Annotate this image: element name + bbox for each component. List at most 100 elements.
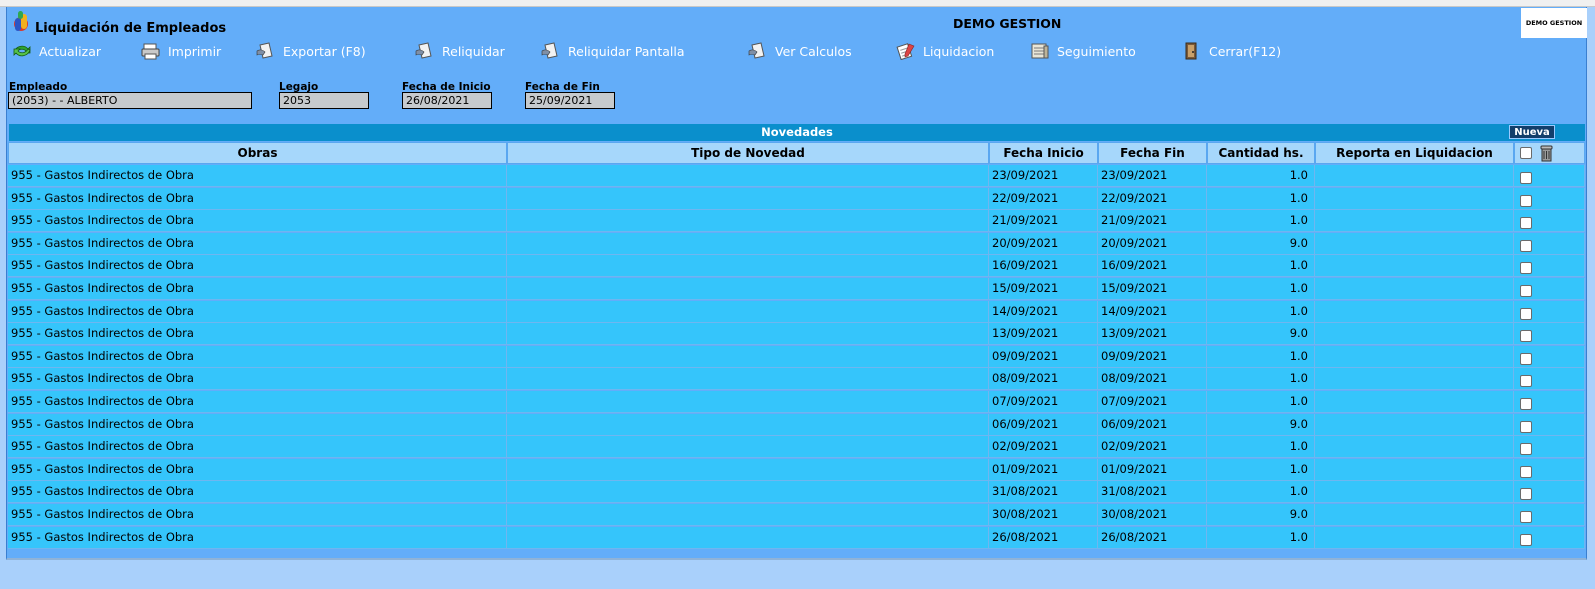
fecha-inicio-field[interactable]: 26/08/2021 xyxy=(402,92,492,109)
row-checkbox[interactable] xyxy=(1520,511,1532,523)
cell-obra: 955 - Gastos Indirectos de Obra xyxy=(8,436,507,459)
table-row[interactable]: 955 - Gastos Indirectos de Obra 08/09/202… xyxy=(8,368,1585,391)
table-row[interactable]: 955 - Gastos Indirectos de Obra 01/09/202… xyxy=(8,458,1585,482)
reliquidar-pantalla-button[interactable]: Reliquidar Pantalla xyxy=(540,42,685,60)
row-checkbox[interactable] xyxy=(1520,239,1532,252)
cell-obra: 955 - Gastos Indirectos de Obra xyxy=(8,413,507,436)
table-row[interactable]: 955 - Gastos Indirectos de Obra 16/09/202… xyxy=(8,255,1585,278)
cell-tipo-novedad xyxy=(507,187,989,210)
cell-cantidad-hs: 1.0 xyxy=(1207,391,1315,413)
row-checkbox[interactable] xyxy=(1520,488,1532,501)
company-logo: DEMO GESTION xyxy=(1521,8,1587,38)
cell-tipo-novedad xyxy=(507,210,989,233)
imprimir-button[interactable]: Imprimir xyxy=(140,42,221,60)
reliquidar-label: Reliquidar xyxy=(442,43,505,59)
cell-cantidad-hs: 1.0 xyxy=(1207,210,1315,233)
cerrar-button[interactable]: Cerrar(F12) xyxy=(1181,42,1281,60)
row-checkbox[interactable] xyxy=(1520,443,1532,456)
col-header-cantidad-hs: Cantidad hs. xyxy=(1207,142,1315,164)
browser-top-strip xyxy=(0,0,1595,7)
cell-fecha-inicio: 14/09/2021 xyxy=(989,300,1098,323)
cell-fecha-fin: 16/09/2021 xyxy=(1098,255,1207,278)
nueva-button[interactable]: Nueva xyxy=(1509,125,1555,139)
cell-tipo-novedad xyxy=(507,436,989,459)
cell-tipo-novedad xyxy=(507,300,989,323)
row-checkbox[interactable] xyxy=(1520,465,1532,478)
cell-tipo-novedad xyxy=(507,323,989,346)
table-row[interactable]: 955 - Gastos Indirectos de Obra 23/09/202… xyxy=(8,165,1585,188)
row-checkbox[interactable] xyxy=(1520,398,1532,410)
table-row[interactable]: 955 - Gastos Indirectos de Obra 06/09/202… xyxy=(8,413,1585,437)
cell-reporta xyxy=(1315,187,1514,210)
legajo-field[interactable]: 2053 xyxy=(279,92,369,109)
close-icon xyxy=(1185,42,1197,60)
cell-obra: 955 - Gastos Indirectos de Obra xyxy=(8,323,507,346)
row-checkbox[interactable] xyxy=(1520,533,1532,546)
cell-fecha-fin: 14/09/2021 xyxy=(1098,300,1207,323)
row-checkbox[interactable] xyxy=(1520,420,1532,433)
cell-fecha-fin: 22/09/2021 xyxy=(1098,187,1207,210)
row-checkbox[interactable] xyxy=(1520,262,1532,275)
row-checkbox[interactable] xyxy=(1520,194,1532,207)
actualizar-label: Actualizar xyxy=(39,43,101,59)
cell-fecha-inicio: 16/09/2021 xyxy=(989,255,1098,278)
col-header-fecha-inicio: Fecha Inicio xyxy=(989,142,1098,164)
row-checkbox[interactable] xyxy=(1520,330,1532,343)
cell-obra: 955 - Gastos Indirectos de Obra xyxy=(8,187,507,210)
actualizar-button[interactable]: Actualizar xyxy=(11,42,101,60)
cell-fecha-fin: 26/08/2021 xyxy=(1098,526,1207,549)
row-checkbox[interactable] xyxy=(1520,285,1532,297)
col-header-fecha-fin: Fecha Fin xyxy=(1098,142,1207,164)
cell-reporta xyxy=(1315,413,1514,436)
cell-cantidad-hs: 1.0 xyxy=(1207,458,1315,481)
table-row[interactable]: 955 - Gastos Indirectos de Obra 13/09/202… xyxy=(8,323,1585,346)
row-checkbox[interactable] xyxy=(1520,217,1532,230)
table-row[interactable]: 955 - Gastos Indirectos de Obra 22/09/202… xyxy=(8,187,1585,211)
cell-cantidad-hs: 1.0 xyxy=(1207,187,1315,210)
cell-fecha-fin: 30/08/2021 xyxy=(1098,504,1207,526)
table-row[interactable]: 955 - Gastos Indirectos de Obra 30/08/202… xyxy=(8,504,1585,527)
table-row[interactable]: 955 - Gastos Indirectos de Obra 14/09/202… xyxy=(8,300,1585,324)
row-checkbox[interactable] xyxy=(1520,307,1532,320)
table-row[interactable]: 955 - Gastos Indirectos de Obra 26/08/202… xyxy=(8,526,1585,550)
liquidacion-button[interactable]: Liquidacion xyxy=(895,42,994,60)
row-checkbox[interactable] xyxy=(1520,375,1532,388)
cell-fecha-inicio: 26/08/2021 xyxy=(989,526,1098,549)
cell-fecha-inicio: 30/08/2021 xyxy=(989,504,1098,526)
cell-fecha-fin: 06/09/2021 xyxy=(1098,413,1207,436)
select-all-checkbox[interactable] xyxy=(1520,147,1532,159)
trash-icon[interactable] xyxy=(1539,145,1555,162)
table-row[interactable]: 955 - Gastos Indirectos de Obra 31/08/202… xyxy=(8,481,1585,504)
row-checkbox[interactable] xyxy=(1520,352,1532,365)
table-row[interactable]: 955 - Gastos Indirectos de Obra 21/09/202… xyxy=(8,210,1585,233)
table-row[interactable]: 955 - Gastos Indirectos de Obra 20/09/202… xyxy=(8,232,1585,256)
empleado-field[interactable]: (2053) - - ALBERTO xyxy=(8,92,252,109)
cell-fecha-inicio: 15/09/2021 xyxy=(989,278,1098,300)
imprimir-label: Imprimir xyxy=(168,43,222,59)
reliquidar-pantalla-icon xyxy=(541,42,558,59)
novedades-title: Novedades xyxy=(9,124,1585,141)
cell-cantidad-hs: 1.0 xyxy=(1207,481,1315,504)
fecha-fin-field[interactable]: 25/09/2021 xyxy=(525,92,615,109)
table-row[interactable]: 955 - Gastos Indirectos de Obra 15/09/202… xyxy=(8,278,1585,301)
row-checkbox[interactable] xyxy=(1520,172,1532,184)
table-row[interactable]: 955 - Gastos Indirectos de Obra 09/09/202… xyxy=(8,345,1585,369)
cell-tipo-novedad xyxy=(507,413,989,436)
exportar-button[interactable]: Exportar (F8) xyxy=(255,42,366,60)
cell-fecha-inicio: 09/09/2021 xyxy=(989,345,1098,368)
cell-fecha-inicio: 06/09/2021 xyxy=(989,413,1098,436)
ver-calculos-button[interactable]: Ver Calculos xyxy=(747,42,852,60)
seguimiento-button[interactable]: Seguimiento xyxy=(1029,42,1136,60)
reliquidar-button[interactable]: Reliquidar xyxy=(414,42,505,60)
ver-calculos-label: Ver Calculos xyxy=(775,43,852,59)
reliquidar-pantalla-label: Reliquidar Pantalla xyxy=(568,43,685,59)
table-row[interactable]: 955 - Gastos Indirectos de Obra 02/09/202… xyxy=(8,436,1585,459)
cell-obra: 955 - Gastos Indirectos de Obra xyxy=(8,368,507,391)
cell-tipo-novedad xyxy=(507,526,989,549)
title-bar: Liquidación de Empleados DEMO GESTION DE… xyxy=(7,7,1588,38)
window-title: Liquidación de Empleados xyxy=(35,21,227,36)
cell-fecha-fin: 21/09/2021 xyxy=(1098,210,1207,233)
table-row[interactable]: 955 - Gastos Indirectos de Obra 07/09/202… xyxy=(8,391,1585,414)
cell-cantidad-hs: 1.0 xyxy=(1207,300,1315,323)
cell-cantidad-hs: 9.0 xyxy=(1207,504,1315,526)
